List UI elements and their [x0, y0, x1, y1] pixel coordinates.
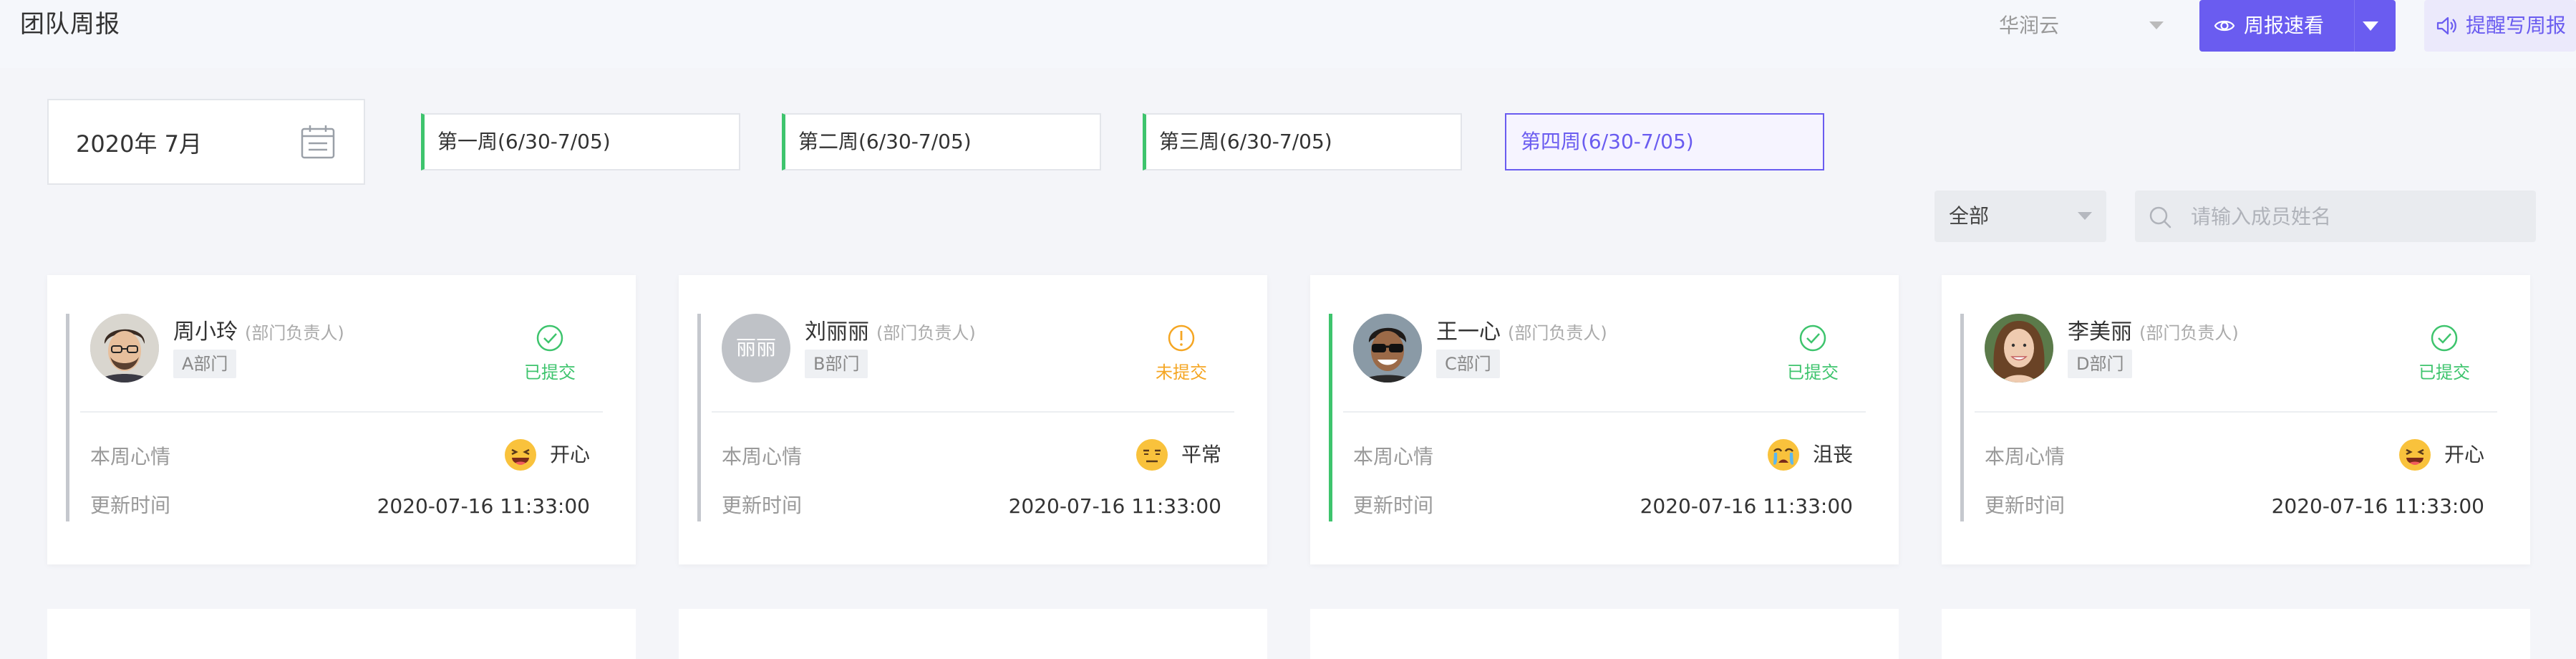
- member-name: 周小玲 (部门负责人): [173, 314, 344, 345]
- week-tab-2[interactable]: 第二周(6/30-7/05): [782, 113, 1101, 170]
- remind-button[interactable]: 提醒写周报: [2424, 0, 2576, 52]
- member-card-partial[interactable]: [1310, 609, 1899, 659]
- updated-time: 2020-07-16 11:33:00: [1008, 494, 1221, 518]
- card-accent-bar: [1960, 314, 1964, 521]
- mood-value: 沮丧: [1767, 438, 1853, 471]
- chevron-down-icon: [2078, 212, 2092, 220]
- mood-value: 开心: [2398, 438, 2484, 471]
- check-circle-icon: [2431, 324, 2458, 352]
- updated-time: 2020-07-16 11:33:00: [1640, 494, 1853, 518]
- mood-label: 本周心情: [1353, 445, 1434, 468]
- mood-text: 沮丧: [1812, 443, 1853, 466]
- dropdown-caret-icon[interactable]: [2363, 21, 2378, 31]
- top-bar: 团队周报 华润云 周报速看 提醒写周报: [0, 0, 2576, 68]
- status-badge: 已提交: [1770, 324, 1856, 388]
- updated-label: 更新时间: [1353, 494, 1434, 517]
- member-card[interactable]: 周小玲 (部门负责人) A部门 已提交 本周心情 开心 更新时间 2020-07-…: [47, 275, 636, 564]
- mood-value: 平常: [1136, 438, 1221, 471]
- updated-time: 2020-07-16 11:33:00: [377, 494, 590, 518]
- member-card[interactable]: 王一心 (部门负责人) C部门 已提交 本周心情 沮丧 更新时间 2020-07-…: [1310, 275, 1899, 564]
- mood-label: 本周心情: [90, 445, 171, 468]
- month-picker-value: 2020年 7月: [76, 130, 202, 158]
- dept-badge: A部门: [173, 350, 237, 378]
- mood-label: 本周心情: [1985, 445, 2066, 468]
- member-role: (部门负责人): [2139, 323, 2239, 343]
- warning-circle-icon: [1168, 324, 1195, 352]
- member-name: 李美丽 (部门负责人): [2068, 314, 2239, 345]
- avatar: [1985, 314, 2053, 383]
- member-name-text: 李美丽: [2068, 319, 2132, 345]
- mood-value: 开心: [504, 438, 590, 471]
- eye-icon: [2214, 20, 2235, 32]
- quick-view-button[interactable]: 周报速看: [2199, 0, 2396, 52]
- week-tab-3[interactable]: 第三周(6/30-7/05): [1143, 113, 1462, 170]
- updated-time: 2020-07-16 11:33:00: [2271, 494, 2484, 518]
- dept-badge: B部门: [805, 350, 868, 378]
- member-card[interactable]: 丽丽 刘丽丽 (部门负责人) B部门 未提交 本周心情 平常 更新时间 2020-…: [679, 275, 1267, 564]
- status-text: 已提交: [2418, 362, 2470, 383]
- status-text: 已提交: [1787, 362, 1839, 383]
- quick-view-label: 周报速看: [2244, 14, 2325, 37]
- laughing-face-icon: [504, 439, 536, 471]
- chevron-down-icon: [2149, 21, 2164, 29]
- card-accent-bar: [66, 314, 69, 521]
- status-text: 已提交: [524, 362, 576, 383]
- updated-label: 更新时间: [1985, 494, 2066, 517]
- member-name: 王一心 (部门负责人): [1436, 314, 1607, 345]
- week-tab-1[interactable]: 第一周(6/30-7/05): [421, 113, 740, 170]
- button-divider: [2354, 0, 2355, 52]
- member-name-text: 周小玲: [173, 319, 238, 345]
- member-role: (部门负责人): [245, 323, 344, 343]
- status-text: 未提交: [1156, 362, 1207, 383]
- check-circle-icon: [536, 324, 563, 352]
- card-divider: [80, 411, 603, 413]
- card-divider: [1343, 411, 1866, 413]
- status-badge: 已提交: [2401, 324, 2487, 388]
- page-title: 团队周报: [20, 10, 120, 39]
- updated-label: 更新时间: [90, 494, 171, 517]
- dept-badge: C部门: [1436, 350, 1500, 378]
- card-accent-bar: [697, 314, 701, 521]
- card-divider: [712, 411, 1234, 413]
- member-card-partial[interactable]: [679, 609, 1267, 659]
- member-search[interactable]: [2135, 191, 2536, 242]
- search-icon: [2149, 206, 2171, 229]
- member-name-text: 王一心: [1436, 319, 1501, 345]
- search-input[interactable]: [2191, 191, 2520, 242]
- avatar: [90, 314, 159, 383]
- mood-text: 平常: [1181, 443, 1221, 466]
- org-select[interactable]: 华润云: [1999, 10, 2164, 42]
- member-role: (部门负责人): [876, 323, 976, 343]
- card-accent-bar: [1329, 314, 1332, 521]
- status-badge: 已提交: [507, 324, 593, 388]
- crying-face-icon: [1767, 439, 1799, 471]
- month-picker[interactable]: 2020年 7月: [47, 99, 365, 185]
- avatar: [1353, 314, 1422, 383]
- card-divider: [1975, 411, 2497, 413]
- mood-text: 开心: [2444, 443, 2484, 466]
- mood-label: 本周心情: [722, 445, 803, 468]
- member-card[interactable]: 李美丽 (部门负责人) D部门 已提交 本周心情 开心 更新时间 2020-07-…: [1942, 275, 2530, 564]
- org-select-value: 华润云: [1999, 14, 2060, 37]
- member-role: (部门负责人): [1508, 323, 1607, 343]
- scope-select[interactable]: 全部: [1935, 191, 2106, 242]
- check-circle-icon: [1799, 324, 1826, 352]
- member-card-partial[interactable]: [47, 609, 636, 659]
- calendar-icon: [301, 125, 335, 159]
- scope-select-value: 全部: [1949, 204, 1990, 228]
- mood-text: 开心: [549, 443, 590, 466]
- remind-label: 提醒写周报: [2466, 14, 2567, 37]
- member-card-partial[interactable]: [1942, 609, 2530, 659]
- status-badge: 未提交: [1138, 324, 1224, 388]
- member-name: 刘丽丽 (部门负责人): [805, 314, 976, 345]
- avatar: 丽丽: [722, 314, 790, 383]
- neutral-face-icon: [1136, 439, 1168, 471]
- laughing-face-icon: [2398, 439, 2431, 471]
- dept-badge: D部门: [2068, 350, 2133, 378]
- member-name-text: 刘丽丽: [805, 319, 869, 345]
- speaker-icon: [2436, 16, 2456, 35]
- updated-label: 更新时间: [722, 494, 803, 517]
- week-tab-4[interactable]: 第四周(6/30-7/05): [1505, 113, 1824, 170]
